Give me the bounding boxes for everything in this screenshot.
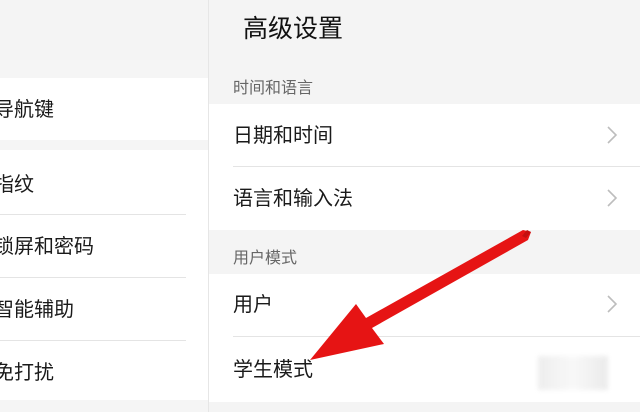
section-label-time-language: 时间和语言	[233, 78, 314, 97]
menu-item-smart-assist[interactable]: 智能辅助	[0, 295, 74, 323]
menu-item-label: 锁屏和密码	[0, 234, 94, 258]
row-label: 学生模式	[233, 357, 313, 381]
page-title: 高级设置	[243, 14, 344, 43]
divider	[0, 340, 186, 341]
menu-item-label: 智能辅助	[0, 297, 74, 321]
menu-item-label: 导航键	[0, 97, 54, 121]
left-settings-menu: 导航键 指纹 锁屏和密码 智能辅助 免打扰	[0, 0, 208, 412]
row-label: 日期和时间	[233, 123, 333, 147]
menu-item-fingerprint[interactable]: 指纹	[0, 170, 34, 198]
menu-item-do-not-disturb[interactable]: 免打扰	[0, 358, 54, 386]
left-top-band	[0, 0, 208, 60]
section-card-time-language: 日期和时间 语言和输入法	[209, 104, 640, 230]
menu-item-label: 免打扰	[0, 360, 54, 384]
row-label: 用户	[233, 292, 273, 316]
menu-item-lockscreen[interactable]: 锁屏和密码	[0, 232, 94, 260]
row-label: 语言和输入法	[233, 186, 353, 210]
chevron-right-icon	[607, 295, 618, 313]
row-date-time[interactable]: 日期和时间	[209, 104, 640, 166]
advanced-settings-pane: 高级设置 时间和语言 日期和时间 语言和输入法 用户模式 用户 学生模式	[209, 0, 640, 412]
left-card-navigation: 导航键	[0, 78, 208, 140]
row-language-input[interactable]: 语言和输入法	[209, 167, 640, 230]
divider	[0, 214, 186, 215]
left-card-security: 指纹 锁屏和密码 智能辅助 免打扰	[0, 150, 208, 400]
menu-item-navigation-key[interactable]: 导航键	[0, 95, 54, 123]
divider	[0, 277, 186, 278]
chevron-right-icon	[607, 189, 618, 207]
chevron-right-icon	[607, 126, 618, 144]
section-label-user-mode: 用户模式	[233, 248, 298, 267]
menu-item-label: 指纹	[0, 172, 34, 196]
blurred-watermark	[538, 356, 608, 390]
row-user[interactable]: 用户	[209, 274, 640, 336]
